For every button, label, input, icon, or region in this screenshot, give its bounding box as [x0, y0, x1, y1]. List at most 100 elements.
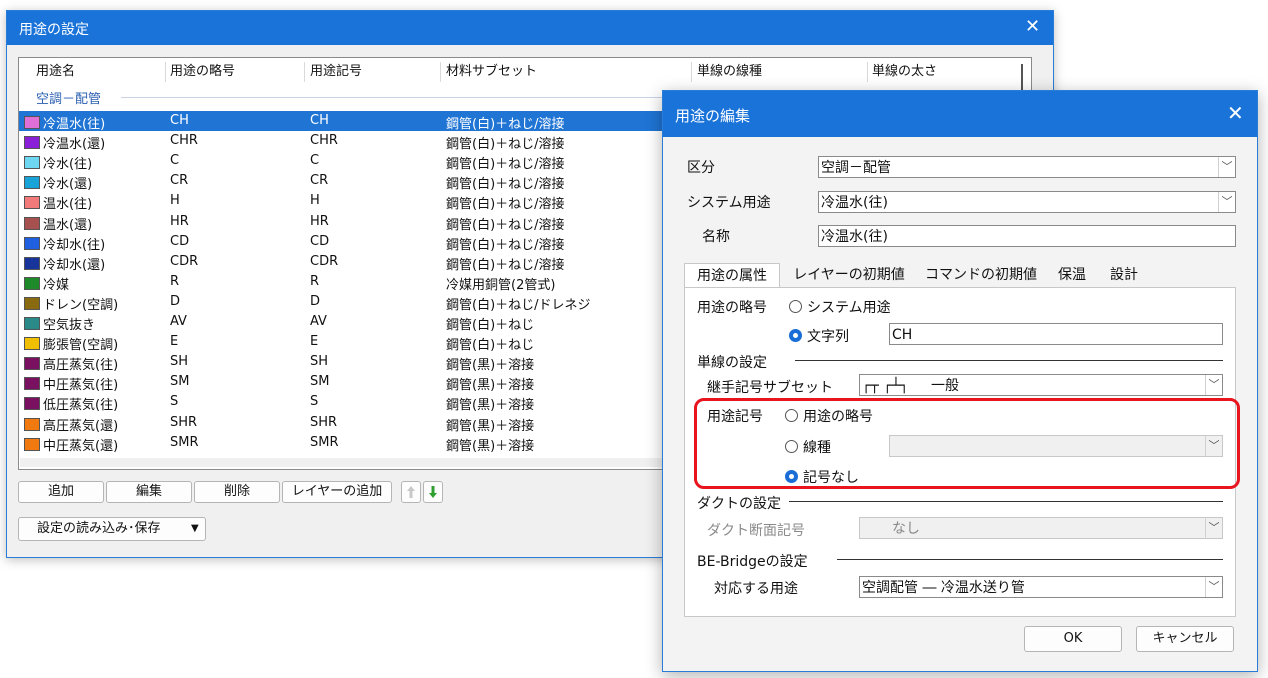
column-header-symbol[interactable]: 用途記号 [310, 58, 362, 86]
edit-button[interactable]: 編集 [106, 481, 192, 503]
name-label: 名称 [702, 229, 730, 245]
cell-material: 冷媒用銅管(2管式) [446, 277, 556, 293]
ok-button[interactable]: OK [1024, 626, 1122, 652]
cancel-button[interactable]: キャンセル [1136, 626, 1234, 652]
cell-symbol: SM [310, 374, 330, 390]
color-swatch [24, 196, 40, 210]
joint-symbol-combo[interactable]: ┌┬ ┌┴┐ 一般 ﹀ [859, 374, 1223, 396]
abbr-system-option: システム用途 [807, 300, 891, 316]
load-save-menu-button[interactable]: 設定の読み込み･保存 ▼ [18, 517, 206, 541]
cell-name: 冷却水(往) [43, 237, 106, 253]
column-header-line-width[interactable]: 単線の太さ [872, 58, 937, 86]
use-edit-dialog: 用途の編集 ✕ 区分 空調－配管 ﹀ システム用途 冷温水(往) ﹀ 名称 冷温… [662, 90, 1258, 672]
cell-abbr: R [170, 273, 180, 289]
section-divider [789, 501, 1223, 502]
cell-name: 冷水(還) [43, 177, 93, 193]
cell-symbol: SMR [310, 434, 339, 450]
system-use-value: 冷温水(往) [821, 195, 888, 211]
close-icon[interactable]: ✕ [1025, 16, 1040, 37]
dialog-title-bar: 用途の編集 ✕ [663, 91, 1257, 137]
dropdown-triangle-icon: ▼ [191, 523, 199, 534]
cell-name: 冷温水(還) [43, 137, 106, 153]
cell-material: 鋼管(白)＋ねじ/ドレネジ [446, 297, 591, 313]
column-header-material[interactable]: 材料サブセット [446, 58, 537, 86]
cell-name: 中圧蒸気(往) [43, 378, 119, 394]
category-value: 空調－配管 [821, 160, 891, 176]
color-swatch [24, 136, 40, 150]
duct-section-symbol-value: なし [892, 521, 920, 537]
cell-material: 鋼管(黒)＋溶接 [446, 418, 535, 434]
tab-attributes[interactable]: 用途の属性 [684, 263, 780, 288]
color-swatch [24, 417, 40, 431]
cell-abbr: H [170, 193, 180, 209]
cell-abbr: D [170, 293, 181, 309]
highlight-box [694, 398, 1240, 489]
load-save-label: 設定の読み込み･保存 [37, 521, 161, 536]
cell-name: 中圧蒸気(還) [43, 438, 119, 454]
category-combo[interactable]: 空調－配管 ﹀ [818, 156, 1236, 178]
abbr-string-radio[interactable] [789, 329, 802, 342]
cell-symbol: CDR [310, 253, 339, 269]
duct-section-symbol-label: ダクト断面記号 [707, 523, 805, 539]
cell-material: 鋼管(白)＋ねじ/溶接 [446, 197, 565, 213]
chevron-down-icon: ﹀ [1218, 192, 1235, 212]
category-label: 区分 [687, 160, 715, 176]
cell-symbol: H [310, 193, 320, 209]
cell-symbol: CHR [310, 133, 338, 149]
cell-material: 鋼管(黒)＋溶接 [446, 438, 535, 454]
cell-abbr: SHR [170, 414, 198, 430]
cell-material: 鋼管(白)＋ねじ/溶接 [446, 177, 565, 193]
duct-section-title: ダクトの設定 [697, 496, 781, 512]
cell-material: 鋼管(白)＋ねじ/溶接 [446, 257, 565, 273]
tab-design[interactable]: 設計 [1099, 263, 1149, 287]
cell-material: 鋼管(黒)＋溶接 [446, 378, 535, 394]
cell-material: 鋼管(白)＋ねじ/溶接 [446, 157, 565, 173]
system-use-combo[interactable]: 冷温水(往) ﹀ [818, 191, 1236, 213]
cell-symbol: C [310, 153, 320, 169]
cell-abbr: AV [170, 314, 187, 329]
add-button[interactable]: 追加 [18, 481, 104, 503]
cell-name: 高圧蒸気(往) [43, 358, 119, 374]
cell-name: 冷温水(往) [43, 117, 106, 132]
system-use-label: システム用途 [687, 195, 771, 211]
move-up-button[interactable] [401, 481, 421, 503]
tab-layer-defaults[interactable]: レイヤーの初期値 [783, 263, 915, 287]
tab-insulation[interactable]: 保温 [1047, 263, 1097, 287]
corresponding-use-value: 空調配管 ― 冷温水送り管 [862, 580, 1025, 596]
cell-symbol: SH [310, 354, 329, 370]
delete-button[interactable]: 削除 [194, 481, 280, 503]
cell-abbr: HR [170, 213, 189, 229]
tab-command-defaults[interactable]: コマンドの初期値 [915, 263, 1047, 287]
color-swatch [24, 116, 40, 129]
cell-symbol: AV [310, 314, 327, 329]
cell-abbr: CDR [170, 253, 199, 269]
chevron-down-icon: ﹀ [1205, 518, 1222, 538]
cell-symbol: CR [310, 173, 329, 189]
cell-abbr: CHR [170, 133, 198, 149]
up-arrow-icon [407, 486, 415, 498]
cell-name: 温水(還) [43, 217, 93, 233]
column-header-abbr[interactable]: 用途の略号 [170, 58, 235, 86]
color-swatch [24, 377, 40, 391]
cell-symbol: S [310, 394, 319, 410]
color-swatch [24, 317, 40, 330]
corresponding-use-combo[interactable]: 空調配管 ― 冷温水送り管 ﹀ [859, 576, 1223, 598]
move-down-button[interactable] [423, 481, 443, 503]
name-field[interactable]: 冷温水(往) [818, 225, 1236, 247]
duct-section-symbol-combo[interactable]: なし ﹀ [859, 517, 1223, 539]
add-layer-button[interactable]: レイヤーの追加 [282, 481, 392, 503]
cell-name: 冷却水(還) [43, 257, 106, 273]
column-header-name[interactable]: 用途名 [36, 58, 75, 86]
cell-symbol: R [310, 273, 320, 289]
column-header-line-type[interactable]: 単線の線種 [697, 58, 762, 86]
abbr-string-input[interactable]: CH [889, 323, 1223, 345]
color-swatch [24, 216, 40, 230]
cell-abbr: C [170, 153, 180, 169]
title-bar: 用途の設定 ✕ [7, 11, 1053, 45]
close-icon[interactable]: ✕ [1227, 101, 1244, 125]
cell-material: 鋼管(黒)＋溶接 [446, 398, 535, 414]
color-swatch [24, 236, 40, 250]
abbr-system-radio[interactable] [789, 300, 802, 313]
color-swatch [24, 176, 40, 190]
group-label: 空調－配管 [36, 92, 102, 107]
